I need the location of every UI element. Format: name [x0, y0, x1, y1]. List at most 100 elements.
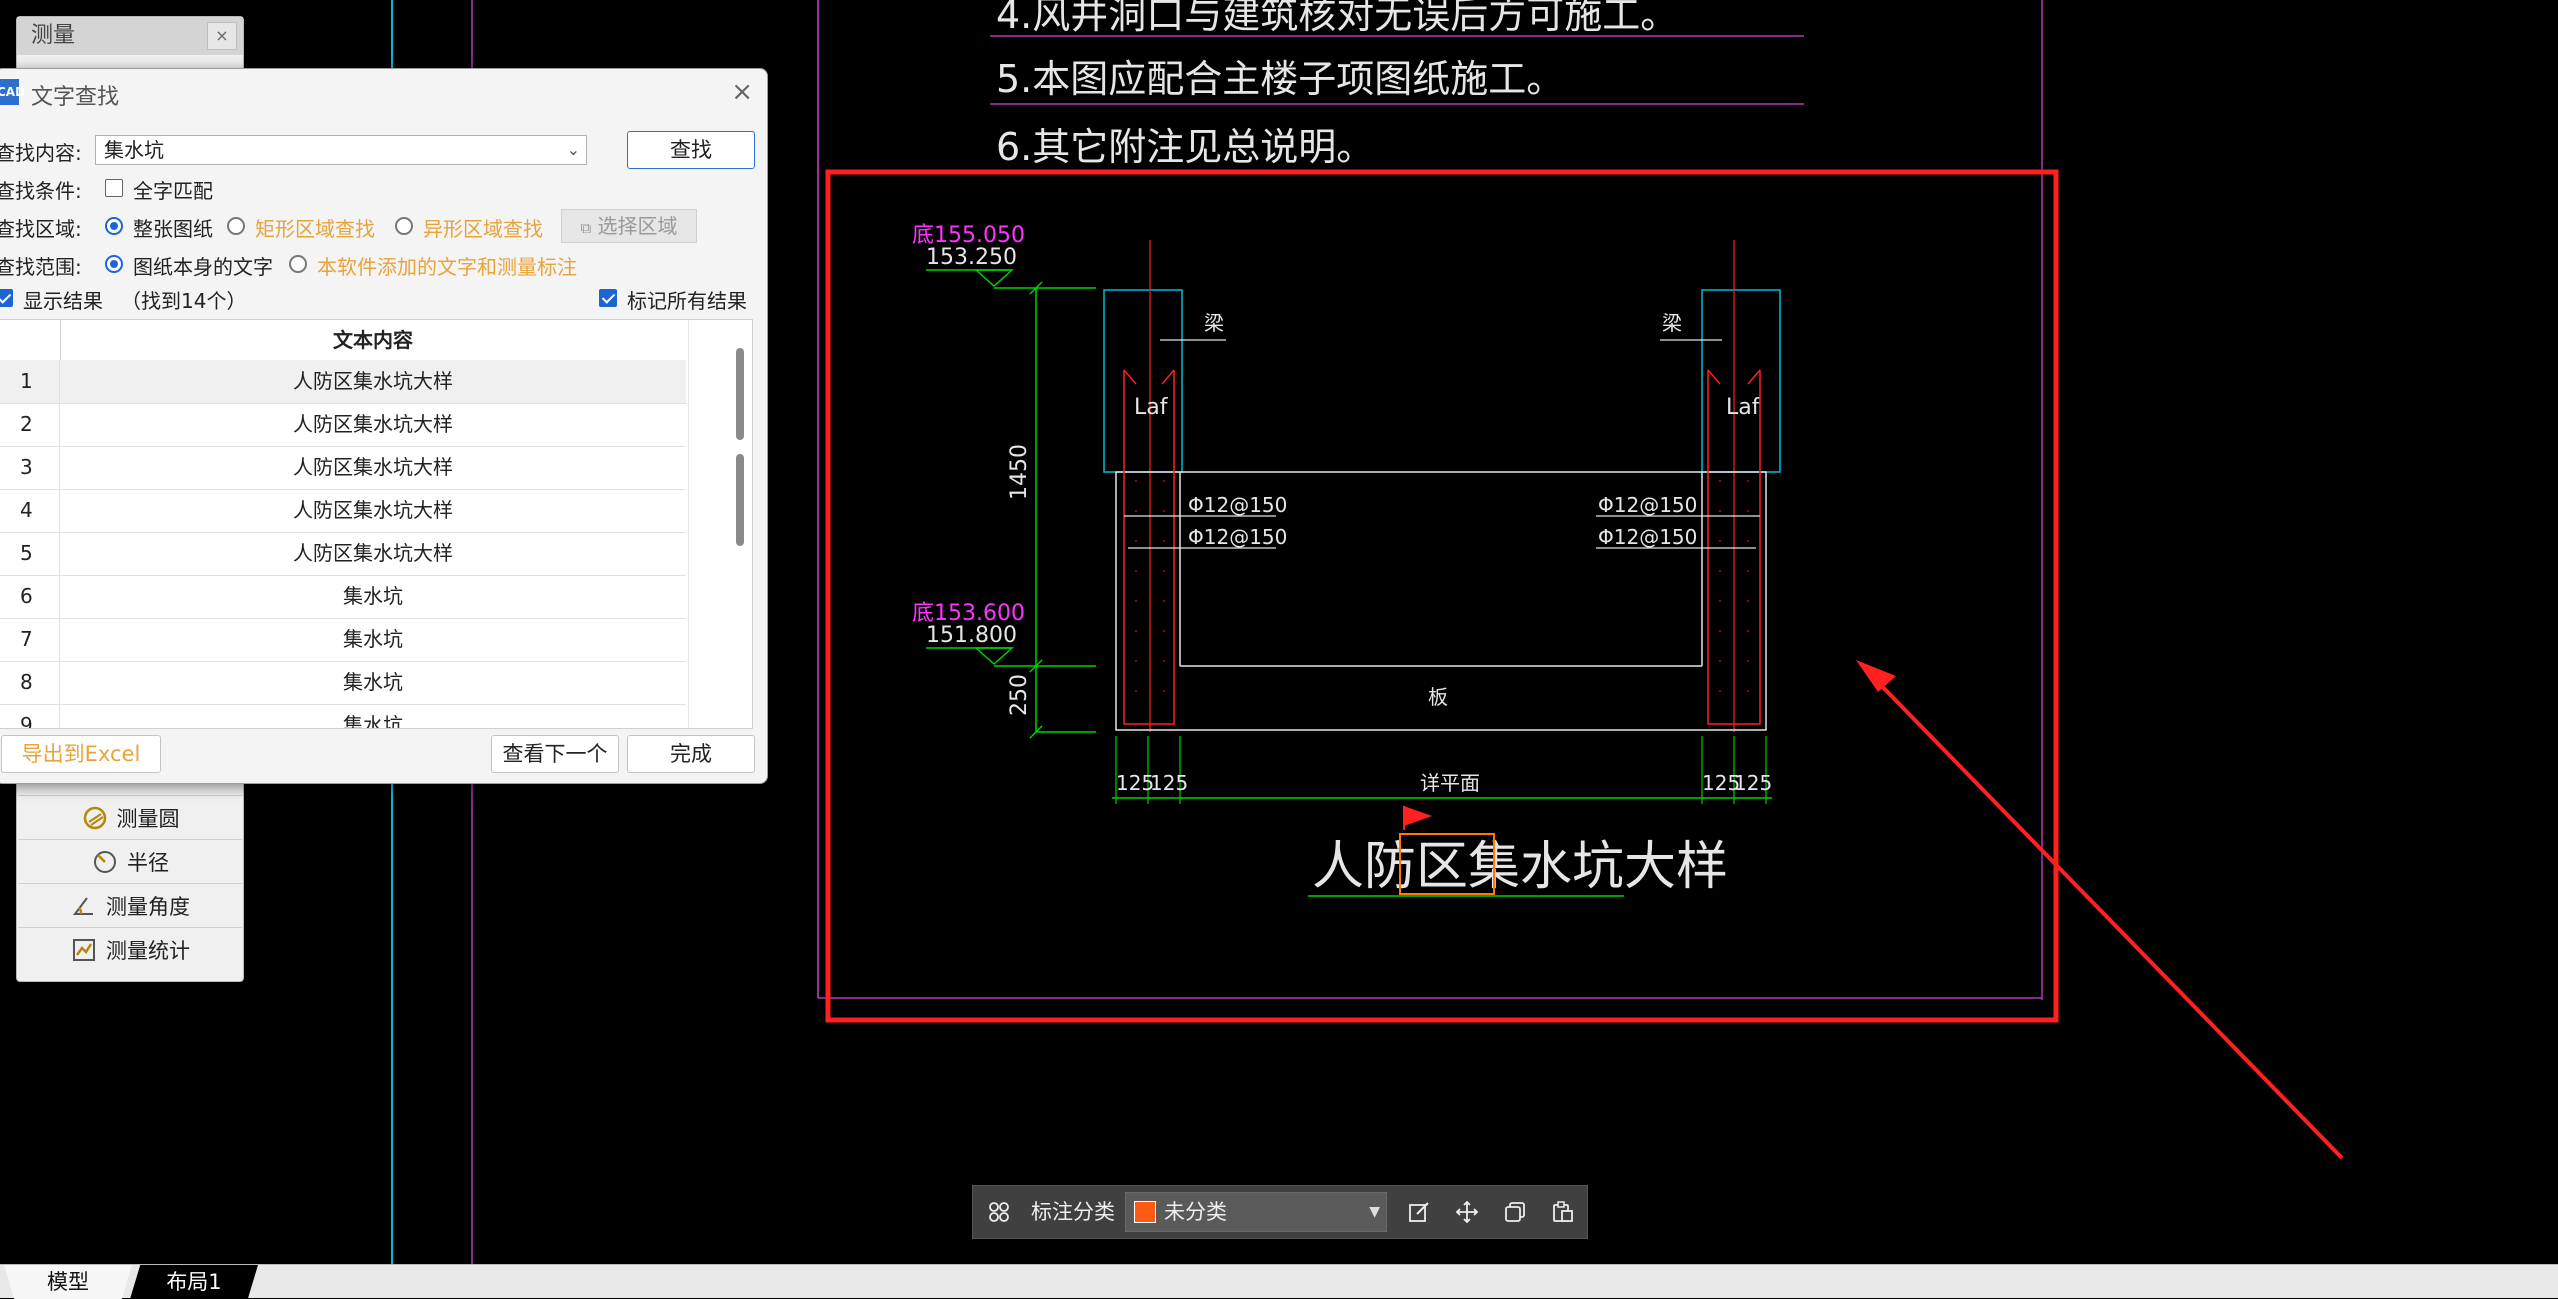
- elevation-bottom: 151.800: [926, 623, 1017, 648]
- table-header: 文本内容: [0, 320, 686, 361]
- move-icon[interactable]: [1451, 1196, 1483, 1228]
- rebar-label-left-1: Φ12@150: [1188, 493, 1287, 517]
- full-match-label: 全字匹配: [133, 179, 213, 203]
- row-number: 1: [0, 360, 60, 403]
- rebar-label-right-1: Φ12@150: [1598, 493, 1697, 517]
- dropdown-arrow-icon[interactable]: ▼: [1369, 1193, 1380, 1231]
- right-column-cap: [1701, 289, 1781, 473]
- angle-icon: [70, 892, 98, 920]
- table-row[interactable]: 9 集水坑: [0, 704, 686, 728]
- rebar-label-right-2: Φ12@150: [1598, 525, 1697, 549]
- annotation-arrow-head: [1856, 660, 1896, 692]
- measure-panel-header[interactable]: 测量 ×: [17, 17, 243, 55]
- beam-label-left: 梁: [1204, 311, 1224, 335]
- table-row[interactable]: 5 人防区集水坑大样: [0, 532, 686, 576]
- scope-added-label: 本软件添加的文字和测量标注: [317, 255, 577, 279]
- find-text-dialog: CAD 文字查找 × 查找内容: 集水坑 ⌄ 查找 查找条件: 全字匹配 查找区…: [0, 68, 768, 784]
- rebar-label-left-2: Φ12@150: [1188, 525, 1287, 549]
- find-dialog-titlebar[interactable]: CAD 文字查找 ×: [0, 69, 767, 117]
- row-text: 人防区集水坑大样: [293, 412, 453, 436]
- select-region-button[interactable]: ⧉ 选择区域: [561, 209, 697, 243]
- find-dialog-close-button[interactable]: ×: [731, 77, 753, 107]
- beam-label-right: 梁: [1662, 311, 1682, 335]
- show-results-checkbox[interactable]: [0, 289, 13, 307]
- find-button[interactable]: 查找: [627, 131, 755, 169]
- circle-measure-icon: [81, 804, 109, 832]
- detail-title-prefix: 人防区: [1312, 837, 1468, 897]
- statistics-icon: [70, 936, 98, 964]
- annotation-category-label: 标注分类: [1031, 1200, 1115, 1224]
- measure-radius-button[interactable]: 半径: [18, 839, 242, 883]
- row-text: 集水坑: [343, 627, 403, 651]
- area-rect-radio[interactable]: [227, 217, 245, 235]
- note-line-6: 6.其它附注见总说明。: [996, 125, 1374, 169]
- table-row[interactable]: 8 集水坑: [0, 661, 686, 705]
- table-header-number: [0, 320, 61, 360]
- row-number: 6: [0, 575, 60, 618]
- measure-circle-button[interactable]: 测量圆: [18, 795, 242, 839]
- select-region-label: 选择区域: [597, 214, 678, 238]
- scroll-thumb-secondary[interactable]: [736, 454, 744, 546]
- grid-menu-icon[interactable]: [983, 1196, 1015, 1228]
- results-scrollbar[interactable]: [688, 320, 752, 728]
- scope-drawing-label: 图纸本身的文字: [133, 255, 273, 279]
- measure-angle-button[interactable]: 测量角度: [18, 883, 242, 927]
- find-condition-label: 查找条件:: [0, 179, 82, 203]
- area-whole-radio[interactable]: [105, 217, 123, 235]
- copy-icon[interactable]: [1499, 1196, 1531, 1228]
- dimension-1450: 1450: [1007, 444, 1032, 500]
- area-rect-label: 矩形区域查找: [255, 217, 375, 241]
- row-number: 9: [0, 704, 60, 728]
- find-content-input[interactable]: 集水坑 ⌄: [95, 135, 587, 165]
- annotation-category-select[interactable]: 未分类 ▼: [1125, 1192, 1387, 1232]
- elevation-top: 153.250: [926, 245, 1017, 270]
- slab-label: 板: [1428, 685, 1448, 709]
- row-text: 人防区集水坑大样: [293, 369, 453, 393]
- radius-icon: [91, 848, 119, 876]
- show-results-label: 显示结果: [23, 289, 103, 313]
- table-row[interactable]: 2 人防区集水坑大样: [0, 403, 686, 447]
- found-count: （找到14个）: [121, 289, 247, 313]
- measure-statistics-button[interactable]: 测量统计: [18, 927, 242, 971]
- row-text: 集水坑: [343, 670, 403, 694]
- table-row[interactable]: 7 集水坑: [0, 618, 686, 662]
- edit-icon[interactable]: [1403, 1196, 1435, 1228]
- paste-icon[interactable]: [1547, 1196, 1579, 1228]
- table-row[interactable]: 3 人防区集水坑大样: [0, 446, 686, 490]
- detail-title: 人防区集水坑大样: [1312, 837, 1728, 897]
- scroll-thumb[interactable]: [736, 348, 744, 440]
- area-shape-radio[interactable]: [395, 217, 413, 235]
- mark-all-label: 标记所有结果: [627, 289, 747, 313]
- done-button[interactable]: 完成: [627, 735, 755, 773]
- laf-label-right: Laf: [1726, 395, 1761, 420]
- table-row[interactable]: 6 集水坑: [0, 575, 686, 619]
- left-column-cap: [1103, 289, 1183, 473]
- select-region-icon: ⧉: [580, 219, 592, 237]
- mark-all-checkbox[interactable]: [599, 289, 617, 307]
- chevron-down-icon[interactable]: ⌄: [567, 136, 580, 164]
- measure-radius-label: 半径: [127, 850, 169, 875]
- row-text: 人防区集水坑大样: [293, 455, 453, 479]
- annotation-toolbar: 标注分类 未分类 ▼: [972, 1185, 1588, 1239]
- measure-circle-label: 测量圆: [116, 806, 180, 831]
- find-next-button[interactable]: 查看下一个: [491, 735, 619, 773]
- row-text: 人防区集水坑大样: [293, 498, 453, 522]
- table-header-content[interactable]: 文本内容: [60, 320, 686, 360]
- dim-bottom-2: 125: [1150, 771, 1188, 795]
- table-row[interactable]: 1 人防区集水坑大样: [0, 360, 686, 404]
- dim-bottom-5: 125: [1734, 771, 1772, 795]
- app-logo-icon: CAD: [0, 79, 25, 105]
- find-content-label: 查找内容:: [0, 141, 82, 165]
- row-number: 4: [0, 489, 60, 532]
- scope-drawing-radio[interactable]: [105, 255, 123, 273]
- scope-added-radio[interactable]: [289, 255, 307, 273]
- table-row[interactable]: 4 人防区集水坑大样: [0, 489, 686, 533]
- tab-model[interactable]: 模型: [4, 1265, 132, 1299]
- row-number: 3: [0, 446, 60, 489]
- find-area-label: 查找区域:: [0, 217, 82, 241]
- full-match-checkbox[interactable]: [105, 179, 123, 197]
- measure-panel-close-button[interactable]: ×: [207, 22, 237, 50]
- tab-layout1[interactable]: 布局1: [130, 1265, 258, 1299]
- export-excel-button[interactable]: 导出到Excel: [1, 735, 161, 773]
- category-color-swatch: [1134, 1201, 1156, 1223]
